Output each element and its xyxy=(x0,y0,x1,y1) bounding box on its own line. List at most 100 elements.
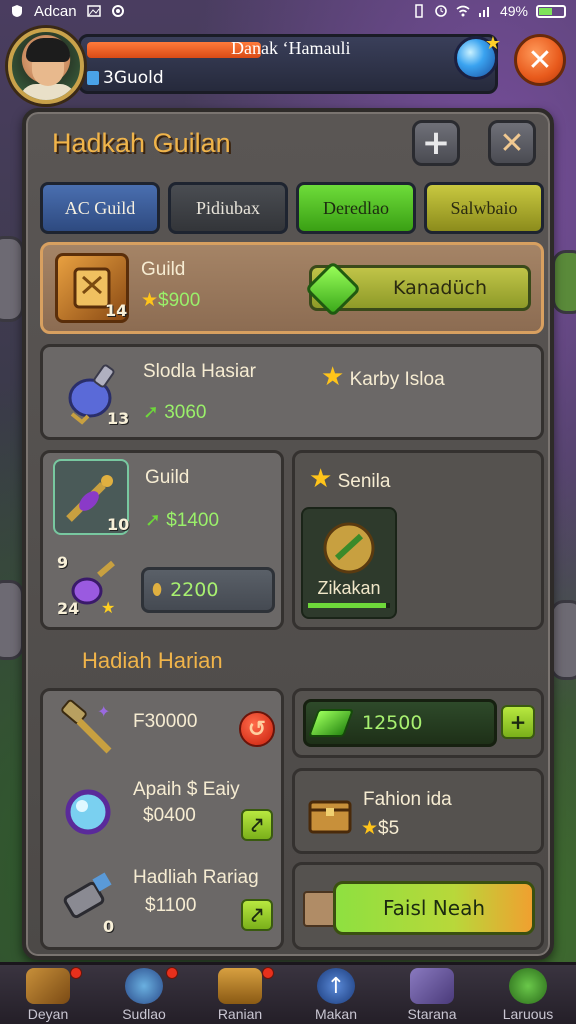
wand-qty: 10 xyxy=(107,515,130,534)
svg-text:✦: ✦ xyxy=(97,702,110,721)
orb-icon-box xyxy=(53,777,123,847)
amulet-qty: 24 xyxy=(57,599,80,618)
fashion-name: Fahion ida xyxy=(363,789,452,810)
player-header: Danak ʻHamauli 3Guold ★ ✕ xyxy=(0,22,576,106)
star-icon: ★ xyxy=(141,290,159,311)
emblem-name: Zikakan xyxy=(317,578,381,598)
daily-item2-price: $0400 xyxy=(143,805,196,826)
fashion-price-row: ★$5 xyxy=(361,817,399,840)
tab-pidiubax[interactable]: Pidiubax xyxy=(168,182,288,234)
claim-button[interactable]: ⤤ xyxy=(241,809,273,841)
avatar[interactable] xyxy=(8,28,84,104)
arrow-up-icon: ➚ xyxy=(145,510,161,531)
claim-button[interactable]: ⤤ xyxy=(241,899,273,931)
chest-icon xyxy=(218,968,262,1004)
wand-price-row: ➚ $1400 xyxy=(145,509,219,532)
nav-item-ranian[interactable]: Ranian xyxy=(192,965,288,1024)
emblem-icon-box: Zikakan xyxy=(301,507,397,619)
potion-name: Slodla Hasiar xyxy=(143,361,256,382)
tree-icon xyxy=(509,968,547,1004)
guild-icon xyxy=(87,71,99,85)
daily-item3-price: $1100 xyxy=(145,895,197,916)
nav-item-starana[interactable]: Starana xyxy=(384,965,480,1024)
amulet-value-bar: ⬮ 2200 xyxy=(141,567,275,613)
add-button[interactable]: + xyxy=(412,120,460,166)
tab-bar: AC Guild Pidiubax Deredlao Salwbaio xyxy=(40,182,544,234)
signal-icon xyxy=(478,7,489,17)
item-card-wand[interactable]: 10 Guild ➚ $1400 ★ 9 24 ⬮ 2200 xyxy=(40,450,284,630)
crystal-orb-icon xyxy=(65,789,111,835)
special-title: Senila xyxy=(337,471,391,492)
add-gems-button[interactable]: + xyxy=(501,705,535,739)
close-panel-button[interactable]: ✕ xyxy=(488,120,536,166)
star-icon: ★ xyxy=(321,361,345,391)
scroll-icon xyxy=(26,968,70,1004)
globe-icon xyxy=(125,968,163,1004)
star-icon: ★ xyxy=(309,463,333,493)
fashion-item-card[interactable]: Fahion ida ★$5 xyxy=(292,768,544,854)
amulet-price: 2200 xyxy=(170,579,219,601)
nav-item-deyan[interactable]: Deyan xyxy=(0,965,96,1024)
potion-price: 3060 xyxy=(164,402,207,423)
nav-item-sudlao[interactable]: Sudlao xyxy=(96,965,192,1024)
player-name: Danak ʻHamauli xyxy=(231,38,351,58)
tab-salwbaio[interactable]: Salwbaio xyxy=(424,182,544,234)
background-rock-left-lower xyxy=(0,580,24,660)
player-name-bar: Danak ʻHamauli 3Guold xyxy=(78,34,498,94)
notification-badge xyxy=(166,967,178,979)
wifi-icon xyxy=(456,5,470,17)
background-rock-right xyxy=(552,250,576,314)
special-item-card[interactable]: ★ Senila Zikakan xyxy=(292,450,544,630)
gem-value-card: 12500 + xyxy=(292,688,544,758)
potion-tag: Karby Isloa xyxy=(349,369,445,390)
guild-shop-panel: Hadkah Guilan + ✕ AC Guild Pidiubax Dere… xyxy=(22,108,554,960)
gem-orb-button[interactable]: ★ xyxy=(454,33,501,80)
image-icon xyxy=(86,5,101,17)
arrow-up-icon: ➚ xyxy=(143,402,159,423)
nav-label-sudlao: Sudlao xyxy=(122,1006,166,1022)
status-app-name: Adcan xyxy=(34,2,77,20)
notification-badge xyxy=(262,967,274,979)
featured-price-row: ★$900 xyxy=(141,289,200,312)
star-icon: ★ xyxy=(361,818,379,839)
player-guild: 3Guold xyxy=(103,68,164,88)
wand-price: $1400 xyxy=(166,510,220,531)
up-arrow-icon: ↑ xyxy=(317,968,355,1004)
potion-tag-row: ★ Karby Isloa xyxy=(321,361,445,392)
nav-label-makan: Makan xyxy=(314,1006,358,1022)
alarm-icon xyxy=(435,5,447,17)
avatar-hair xyxy=(26,38,70,62)
avatar-shirt xyxy=(20,84,76,100)
emblem-icon xyxy=(323,522,375,574)
battery-icon xyxy=(536,4,566,18)
nav-label-ranian: Ranian xyxy=(217,1006,263,1022)
remove-button[interactable]: ↺ xyxy=(239,711,275,747)
featured-item-card[interactable]: 14 Guild ★$900 Kanadüch xyxy=(40,242,544,334)
featured-qty: 14 xyxy=(105,301,128,320)
battery-fill xyxy=(539,7,552,15)
claim-all-button[interactable]: Faisl Neah xyxy=(333,881,535,935)
featured-name: Guild xyxy=(141,259,186,280)
sync-icon xyxy=(111,5,124,17)
wand-name: Guild xyxy=(145,467,190,488)
gem-value: 12500 xyxy=(362,712,423,734)
nav-item-laruous[interactable]: Laruous xyxy=(480,965,576,1024)
tab-ac-guild[interactable]: AC Guild xyxy=(40,182,160,234)
status-bar: Adcan 49% xyxy=(0,0,576,22)
nav-item-makan[interactable]: ↑ Makan xyxy=(288,965,384,1024)
daily-item3-name: Hadliah Rariag xyxy=(133,867,259,888)
background-rock-left xyxy=(0,236,24,322)
potion-qty: 13 xyxy=(107,409,130,428)
daily-item1-price: F30000 xyxy=(133,711,198,732)
hammer-icon: ✦ xyxy=(61,699,112,754)
fashion-price: $5 xyxy=(378,818,400,839)
item-card-potion[interactable]: 13 Slodla Hasiar ➚ 3060 ★ Karby Isloa xyxy=(40,344,544,440)
tab-deredlao[interactable]: Deredlao xyxy=(296,182,416,234)
star-icon: ★ xyxy=(484,33,501,54)
close-game-button[interactable]: ✕ xyxy=(514,34,566,86)
potion-price-row: ➚ 3060 xyxy=(143,401,206,424)
emblem-progress-fill xyxy=(308,603,386,608)
shield-icon xyxy=(12,5,22,17)
nav-label-laruous: Laruous xyxy=(502,1006,554,1022)
nav-label-deyan: Deyan xyxy=(27,1006,69,1022)
